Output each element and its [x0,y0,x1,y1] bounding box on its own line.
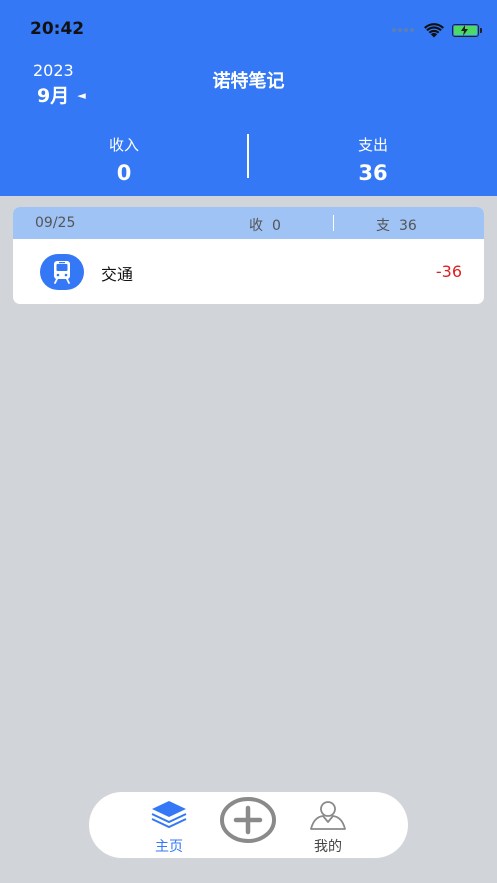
layers-icon [151,801,187,829]
day-card: 09/25 收0 支 36 交通 -36 [13,207,484,304]
wifi-icon [424,22,444,37]
day-divider [333,215,334,231]
day-expense-value: 36 [399,218,417,234]
income-value: 0 [116,161,132,185]
battery-icon [452,23,482,37]
day-expense: 支 36 [376,215,417,235]
day-income-value: 0 [272,218,281,234]
bus-icon [40,254,84,290]
list-item[interactable]: 交通 -36 [13,239,484,304]
tab-mine[interactable]: 我的 [298,800,358,856]
cellular-signal-icon [392,28,414,32]
day-income-label: 收 [249,218,263,234]
day-expense-label: 支 [376,218,390,234]
income-summary: 收入 0 [0,134,248,185]
tab-home-label: 主页 [155,839,183,855]
plus-circle-icon [220,797,276,843]
status-time: 20:42 [30,19,85,39]
tab-bar: 主页 我的 [89,792,408,858]
app-title: 诺特笔记 [212,71,285,92]
header: 20:42 2023 9月 ◄ 诺特笔记 收入 0 支出 36 [0,0,497,196]
tab-mine-label: 我的 [314,839,342,855]
status-icons [392,20,482,40]
entry-category: 交通 [101,265,134,284]
entry-amount: -36 [435,262,462,281]
person-icon [310,801,346,830]
add-entry-button[interactable] [219,796,277,844]
tab-home[interactable]: 主页 [139,800,199,856]
expense-summary: 支出 36 [249,134,497,185]
expense-value: 36 [358,161,388,185]
income-label: 收入 [108,136,139,154]
day-income: 收0 [249,215,281,235]
day-header: 09/25 收0 支 36 [13,207,484,239]
day-date: 09/25 [35,215,76,231]
expense-label: 支出 [357,136,388,154]
